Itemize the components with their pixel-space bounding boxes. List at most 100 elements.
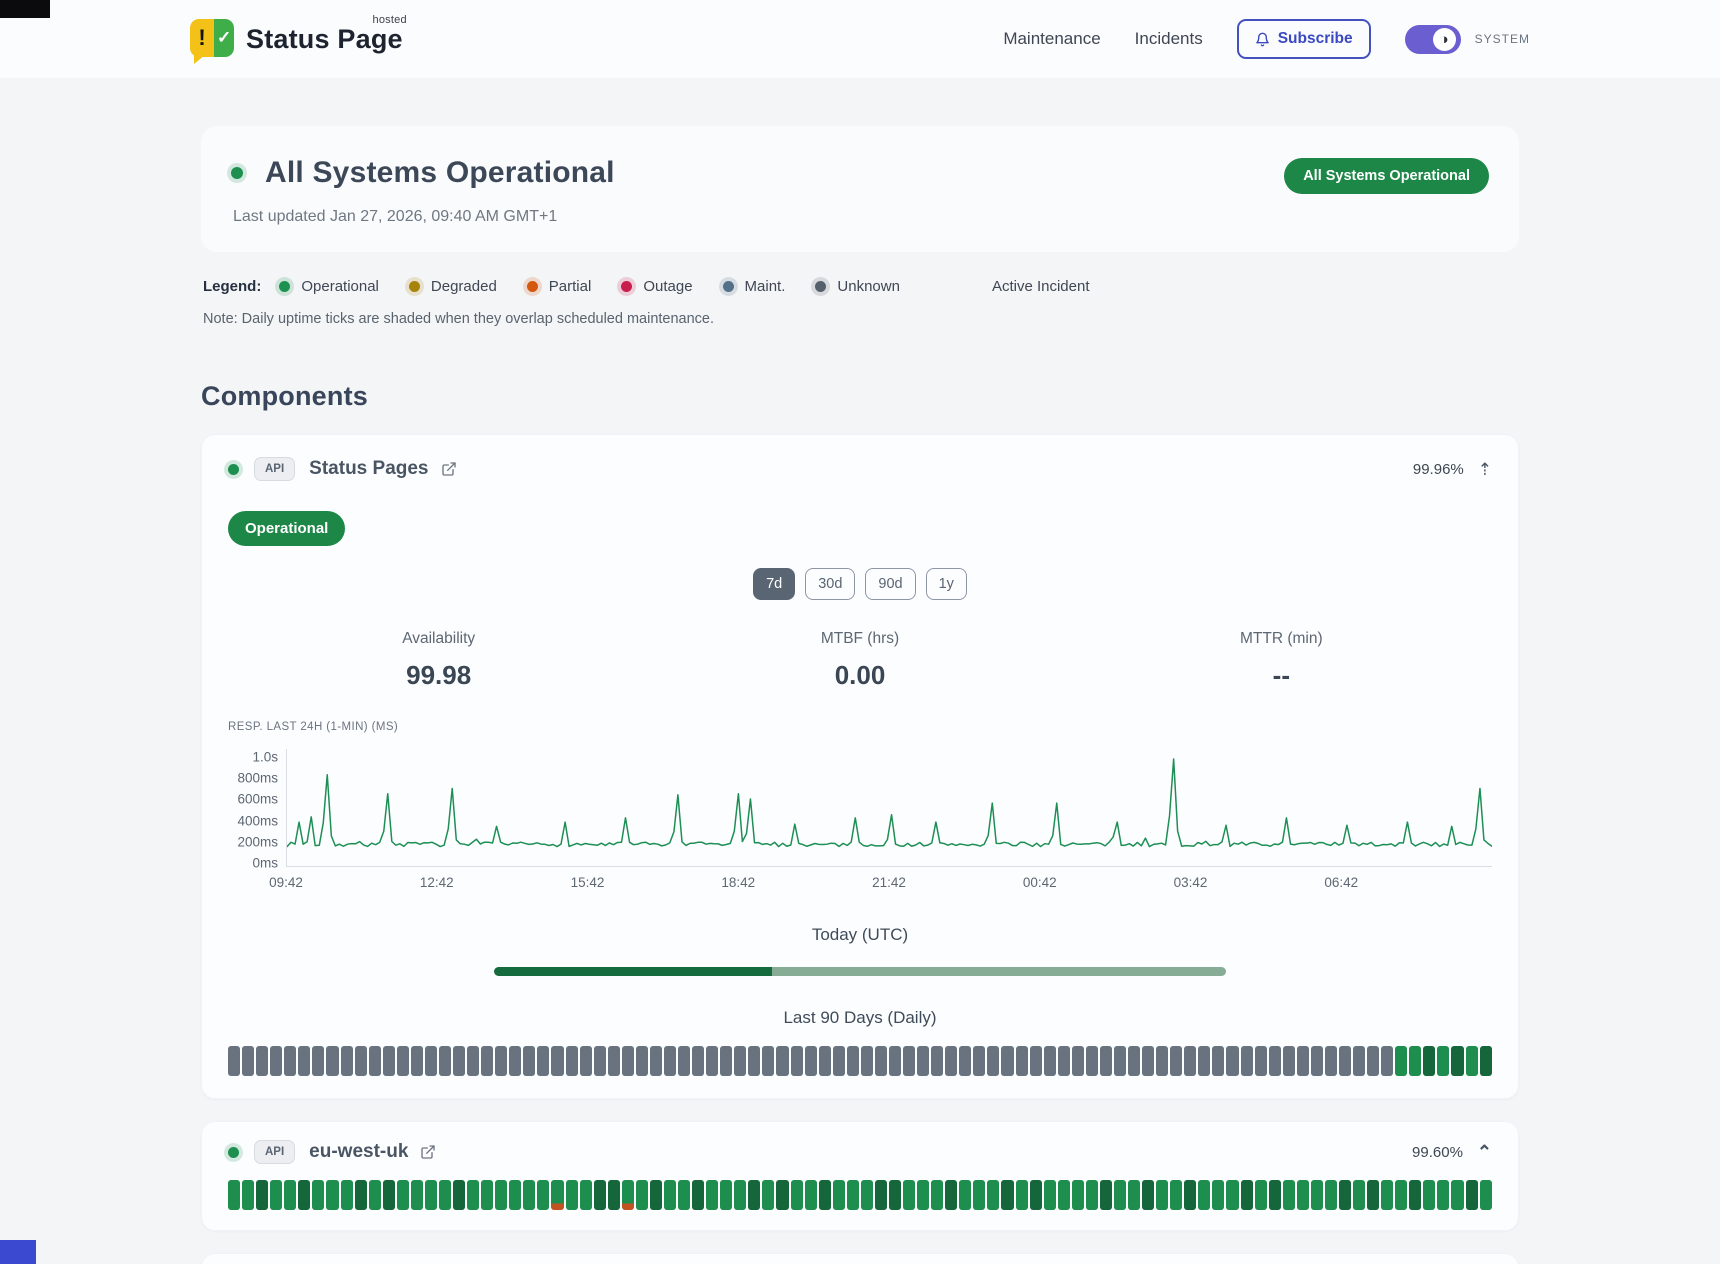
- uptime-tick[interactable]: [1480, 1180, 1492, 1210]
- uptime-tick[interactable]: [622, 1180, 634, 1210]
- uptime-tick[interactable]: [805, 1046, 817, 1076]
- uptime-tick[interactable]: [1381, 1046, 1393, 1076]
- uptime-tick[interactable]: [284, 1180, 296, 1210]
- uptime-tick[interactable]: [369, 1180, 381, 1210]
- uptime-tick[interactable]: [284, 1046, 296, 1076]
- uptime-tick[interactable]: [369, 1046, 381, 1076]
- uptime-tick[interactable]: [509, 1180, 521, 1210]
- uptime-tick[interactable]: [228, 1046, 240, 1076]
- uptime-tick[interactable]: [594, 1046, 606, 1076]
- uptime-tick[interactable]: [439, 1046, 451, 1076]
- uptime-tick[interactable]: [1212, 1046, 1224, 1076]
- uptime-tick[interactable]: [439, 1180, 451, 1210]
- uptime-tick[interactable]: [256, 1180, 268, 1210]
- uptime-tick[interactable]: [1072, 1046, 1084, 1076]
- uptime-tick[interactable]: [1241, 1180, 1253, 1210]
- uptime-tick[interactable]: [622, 1046, 634, 1076]
- uptime-tick[interactable]: [1114, 1180, 1126, 1210]
- uptime-tick[interactable]: [1339, 1180, 1351, 1210]
- uptime-tick[interactable]: [312, 1046, 324, 1076]
- uptime-tick[interactable]: [847, 1180, 859, 1210]
- uptime-tick[interactable]: [566, 1180, 578, 1210]
- uptime-tick[interactable]: [650, 1180, 662, 1210]
- uptime-tick[interactable]: [1297, 1180, 1309, 1210]
- uptime-tick[interactable]: [481, 1046, 493, 1076]
- range-button-90d[interactable]: 90d: [865, 568, 915, 600]
- uptime-tick[interactable]: [341, 1046, 353, 1076]
- uptime-tick[interactable]: [776, 1046, 788, 1076]
- uptime-tick[interactable]: [903, 1180, 915, 1210]
- uptime-tick[interactable]: [411, 1180, 423, 1210]
- uptime-tick[interactable]: [467, 1046, 479, 1076]
- uptime-tick[interactable]: [341, 1180, 353, 1210]
- uptime-tick[interactable]: [959, 1046, 971, 1076]
- theme-toggle[interactable]: ◑: [1405, 25, 1461, 54]
- uptime-tick[interactable]: [523, 1180, 535, 1210]
- uptime-tick[interactable]: [833, 1180, 845, 1210]
- uptime-tick[interactable]: [889, 1180, 901, 1210]
- uptime-tick[interactable]: [1451, 1046, 1463, 1076]
- uptime-tick[interactable]: [748, 1180, 760, 1210]
- uptime-tick[interactable]: [1353, 1046, 1365, 1076]
- uptime-tick[interactable]: [594, 1180, 606, 1210]
- uptime-tick[interactable]: [805, 1180, 817, 1210]
- uptime-tick[interactable]: [1395, 1046, 1407, 1076]
- uptime-tick[interactable]: [1058, 1046, 1070, 1076]
- uptime-tick[interactable]: [1325, 1046, 1337, 1076]
- uptime-tick[interactable]: [537, 1180, 549, 1210]
- uptime-tick[interactable]: [1184, 1046, 1196, 1076]
- uptime-tick[interactable]: [1030, 1046, 1042, 1076]
- uptime-tick[interactable]: [1409, 1180, 1421, 1210]
- uptime-tick[interactable]: [706, 1180, 718, 1210]
- uptime-tick[interactable]: [1325, 1180, 1337, 1210]
- uptime-tick[interactable]: [1128, 1180, 1140, 1210]
- uptime-tick[interactable]: [1016, 1180, 1028, 1210]
- uptime-tick[interactable]: [1395, 1180, 1407, 1210]
- uptime-tick[interactable]: [270, 1046, 282, 1076]
- uptime-tick[interactable]: [1311, 1046, 1323, 1076]
- uptime-tick[interactable]: [875, 1046, 887, 1076]
- uptime-tick[interactable]: [748, 1046, 760, 1076]
- uptime-tick[interactable]: [495, 1046, 507, 1076]
- uptime-tick[interactable]: [1226, 1180, 1238, 1210]
- uptime-tick[interactable]: [495, 1180, 507, 1210]
- uptime-tick[interactable]: [1283, 1180, 1295, 1210]
- uptime-tick[interactable]: [1409, 1046, 1421, 1076]
- uptime-tick[interactable]: [734, 1046, 746, 1076]
- uptime-tick[interactable]: [945, 1046, 957, 1076]
- uptime-tick[interactable]: [987, 1046, 999, 1076]
- uptime-tick[interactable]: [425, 1046, 437, 1076]
- uptime-tick[interactable]: [1184, 1180, 1196, 1210]
- uptime-tick[interactable]: [608, 1046, 620, 1076]
- collapse-arrow-icon[interactable]: ⇡: [1478, 461, 1492, 478]
- uptime-tick[interactable]: [270, 1180, 282, 1210]
- uptime-tick[interactable]: [650, 1046, 662, 1076]
- subscribe-button[interactable]: Subscribe: [1237, 19, 1371, 59]
- uptime-tick[interactable]: [453, 1180, 465, 1210]
- uptime-tick[interactable]: [298, 1180, 310, 1210]
- uptime-tick[interactable]: [1297, 1046, 1309, 1076]
- range-button-1y[interactable]: 1y: [926, 568, 967, 600]
- uptime-tick[interactable]: [1381, 1180, 1393, 1210]
- uptime-tick[interactable]: [383, 1180, 395, 1210]
- uptime-tick[interactable]: [1255, 1180, 1267, 1210]
- uptime-tick[interactable]: [228, 1180, 240, 1210]
- uptime-tick[interactable]: [678, 1180, 690, 1210]
- uptime-tick[interactable]: [1367, 1180, 1379, 1210]
- range-button-30d[interactable]: 30d: [805, 568, 855, 600]
- uptime-tick[interactable]: [903, 1046, 915, 1076]
- nav-maintenance[interactable]: Maintenance: [1003, 29, 1100, 49]
- uptime-tick[interactable]: [1170, 1180, 1182, 1210]
- uptime-tick[interactable]: [945, 1180, 957, 1210]
- uptime-tick[interactable]: [959, 1180, 971, 1210]
- uptime-tick[interactable]: [1198, 1046, 1210, 1076]
- uptime-tick[interactable]: [1142, 1180, 1154, 1210]
- uptime-tick[interactable]: [1030, 1180, 1042, 1210]
- uptime-tick[interactable]: [1156, 1046, 1168, 1076]
- uptime-tick[interactable]: [1058, 1180, 1070, 1210]
- uptime-tick[interactable]: [425, 1180, 437, 1210]
- uptime-tick[interactable]: [664, 1180, 676, 1210]
- uptime-tick[interactable]: [1283, 1046, 1295, 1076]
- uptime-tick[interactable]: [819, 1180, 831, 1210]
- uptime-tick[interactable]: [326, 1046, 338, 1076]
